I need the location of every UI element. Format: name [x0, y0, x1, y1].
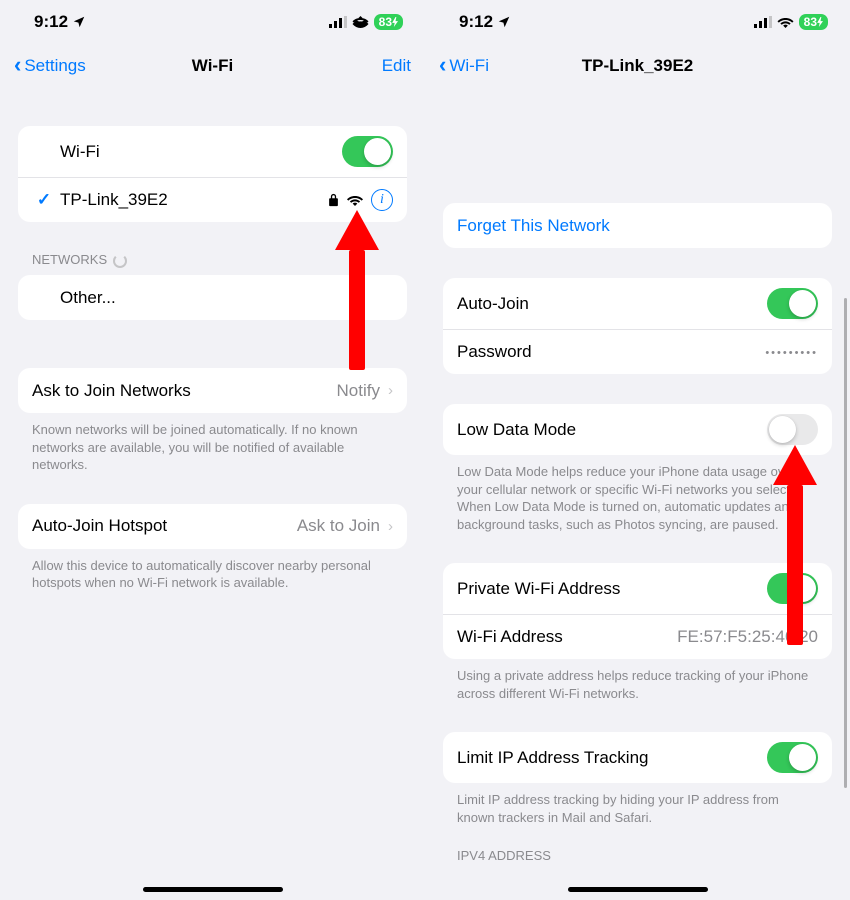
back-button[interactable]: ‹ Wi-Fi — [439, 54, 489, 78]
connected-network-label: TP-Link_39E2 — [60, 190, 328, 210]
info-icon[interactable]: i — [371, 189, 393, 211]
status-bar: 9:12 83 — [425, 0, 850, 44]
wifi-address-value: FE:57:F5:25:46:20 — [677, 627, 818, 647]
other-label: Other... — [60, 288, 393, 308]
back-label: Wi-Fi — [449, 56, 489, 76]
back-button[interactable]: ‹ Settings — [14, 54, 86, 78]
wifi-icon — [777, 16, 794, 28]
status-time: 9:12 — [34, 12, 68, 32]
battery-pill: 83 — [799, 14, 828, 30]
other-network-row[interactable]: Other... — [18, 275, 407, 320]
battery-pct: 83 — [804, 15, 817, 29]
wifi-address-label: Wi-Fi Address — [457, 627, 677, 647]
location-icon — [497, 15, 511, 29]
ask-to-join-value: Notify — [337, 381, 380, 401]
auto-join-row: Auto-Join — [443, 278, 832, 329]
edit-button[interactable]: Edit — [382, 56, 411, 76]
chevron-right-icon: › — [388, 382, 393, 399]
ipv4-header: IPV4 ADDRESS — [443, 848, 832, 871]
private-wifi-label: Private Wi-Fi Address — [457, 579, 767, 599]
forget-label: Forget This Network — [457, 216, 818, 236]
auto-hotspot-value: Ask to Join — [297, 516, 380, 536]
auto-hotspot-footer: Allow this device to automatically disco… — [18, 549, 407, 592]
scrollbar[interactable] — [844, 298, 847, 788]
limit-ip-row: Limit IP Address Tracking — [443, 732, 832, 783]
home-indicator[interactable] — [143, 887, 283, 892]
checkmark-icon: ✓ — [32, 190, 56, 210]
forget-network-row[interactable]: Forget This Network — [443, 203, 832, 248]
spinner-icon — [113, 254, 127, 268]
chevron-right-icon: › — [388, 518, 393, 535]
status-time: 9:12 — [459, 12, 493, 32]
battery-pill: 83 — [374, 14, 403, 30]
auto-join-hotspot-row[interactable]: Auto-Join Hotspot Ask to Join › — [18, 504, 407, 549]
limit-ip-label: Limit IP Address Tracking — [457, 748, 767, 768]
low-data-mode-row: Low Data Mode — [443, 404, 832, 455]
connected-network-row[interactable]: ✓ TP-Link_39E2 i — [18, 177, 407, 222]
phone-right: 9:12 83 ‹ Wi-Fi TP-Link_39E2 Forget This… — [425, 0, 850, 900]
wifi-icon — [352, 16, 369, 28]
private-wifi-toggle[interactable] — [767, 573, 818, 604]
phone-left: 9:12 83 ‹ Settings Wi-Fi Edit Wi-Fi — [0, 0, 425, 900]
wifi-toggle-row: Wi-Fi — [18, 126, 407, 177]
wifi-label: Wi-Fi — [60, 142, 342, 162]
cellular-icon — [329, 16, 347, 28]
home-indicator[interactable] — [568, 887, 708, 892]
ask-to-join-row[interactable]: Ask to Join Networks Notify › — [18, 368, 407, 413]
low-data-mode-label: Low Data Mode — [457, 420, 767, 440]
status-bar: 9:12 83 — [0, 0, 425, 44]
chevron-left-icon: ‹ — [439, 52, 446, 78]
auto-hotspot-label: Auto-Join Hotspot — [32, 516, 297, 536]
low-data-mode-toggle[interactable] — [767, 414, 818, 445]
ask-to-join-footer: Known networks will be joined automatica… — [18, 413, 407, 474]
private-wifi-row: Private Wi-Fi Address — [443, 563, 832, 614]
lock-icon — [328, 193, 339, 207]
wifi-strength-icon — [347, 194, 363, 206]
chevron-left-icon: ‹ — [14, 52, 21, 78]
location-icon — [72, 15, 86, 29]
nav-bar: ‹ Settings Wi-Fi Edit — [0, 44, 425, 88]
low-data-mode-footer: Low Data Mode helps reduce your iPhone d… — [443, 455, 832, 533]
limit-ip-toggle[interactable] — [767, 742, 818, 773]
cellular-icon — [754, 16, 772, 28]
networks-header-label: NETWORKS — [32, 252, 107, 267]
limit-ip-footer: Limit IP address tracking by hiding your… — [443, 783, 832, 826]
auto-join-label: Auto-Join — [457, 294, 767, 314]
ask-to-join-label: Ask to Join Networks — [32, 381, 337, 401]
password-value: ••••••••• — [765, 347, 818, 359]
password-row[interactable]: Password ••••••••• — [443, 329, 832, 374]
auto-join-toggle[interactable] — [767, 288, 818, 319]
password-label: Password — [457, 342, 765, 362]
back-label: Settings — [24, 56, 85, 76]
wifi-address-row: Wi-Fi Address FE:57:F5:25:46:20 — [443, 614, 832, 659]
private-wifi-footer: Using a private address helps reduce tra… — [443, 659, 832, 702]
nav-bar: ‹ Wi-Fi TP-Link_39E2 — [425, 44, 850, 88]
networks-header: NETWORKS — [18, 252, 407, 275]
battery-pct: 83 — [379, 15, 392, 29]
wifi-toggle[interactable] — [342, 136, 393, 167]
